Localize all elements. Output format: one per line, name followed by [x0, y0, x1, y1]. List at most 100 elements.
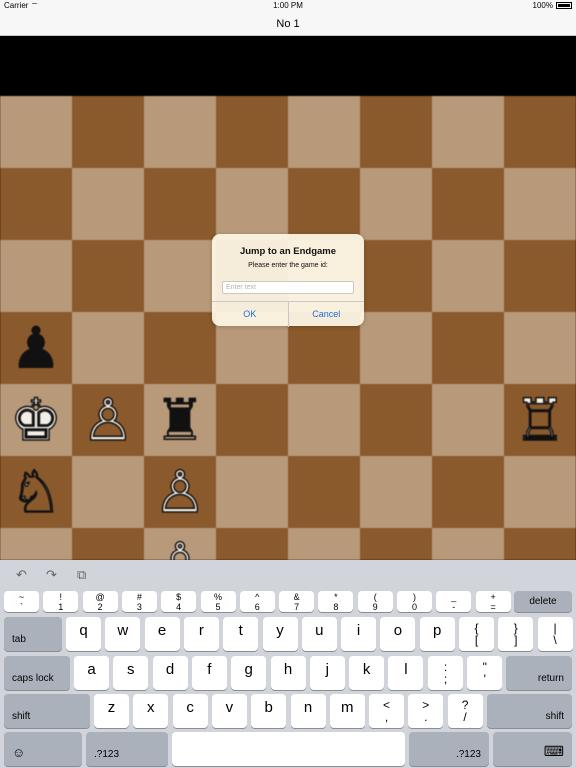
board-square[interactable]	[504, 312, 576, 384]
key-[[interactable]: {[	[459, 617, 494, 651]
key-s[interactable]: s	[113, 656, 149, 690]
key-x[interactable]: x	[133, 694, 169, 728]
key-3[interactable]: #3	[121, 591, 157, 612]
undo-icon[interactable]: ↶	[16, 568, 27, 583]
key-i[interactable]: i	[341, 617, 377, 651]
board-square[interactable]	[504, 528, 576, 560]
board-square[interactable]	[144, 312, 216, 384]
key-m[interactable]: m	[329, 694, 365, 728]
game-id-input[interactable]	[222, 281, 354, 294]
caps-lock-key[interactable]: caps lock	[4, 656, 70, 690]
key-y[interactable]: y	[262, 617, 298, 651]
board-square[interactable]	[72, 456, 144, 528]
key-a[interactable]: a	[74, 656, 109, 690]
key-1[interactable]: ! 1	[43, 591, 79, 612]
board-square[interactable]	[432, 96, 504, 168]
white-pawn[interactable]: ♙	[144, 528, 216, 560]
key-=[interactable]: + =	[475, 591, 511, 612]
hide-keyboard-key[interactable]: ⌨	[493, 732, 572, 766]
board-square[interactable]	[0, 168, 72, 240]
board-square[interactable]	[432, 312, 504, 384]
redo-icon[interactable]: ↷	[46, 568, 57, 583]
board-square[interactable]	[0, 96, 72, 168]
key-z[interactable]: z	[94, 694, 129, 728]
board-square[interactable]	[72, 168, 144, 240]
board-square[interactable]	[72, 312, 144, 384]
board-square[interactable]	[360, 240, 432, 312]
board-square[interactable]	[504, 168, 576, 240]
tab-key[interactable]: tab	[4, 617, 62, 651]
cancel-button[interactable]: Cancel	[287, 302, 365, 327]
delete-key[interactable]: delete	[514, 591, 572, 612]
board-square[interactable]	[288, 456, 360, 528]
key-f[interactable]: f	[191, 656, 227, 690]
space-bar[interactable]	[172, 732, 405, 766]
key-h[interactable]: h	[270, 656, 306, 690]
key-c[interactable]: c	[172, 694, 208, 728]
board-square[interactable]	[360, 384, 432, 456]
board-square[interactable]	[216, 96, 288, 168]
board-square[interactable]	[144, 168, 216, 240]
board-square[interactable]	[216, 456, 288, 528]
key-'[interactable]: " '	[467, 656, 503, 690]
board-square[interactable]	[360, 528, 432, 560]
board-square[interactable]	[216, 168, 288, 240]
board-square[interactable]	[144, 240, 216, 312]
white-pawn[interactable]: ♙	[72, 384, 144, 456]
key-d[interactable]: d	[152, 656, 188, 690]
numbers-key[interactable]: .?123	[409, 732, 489, 766]
key-l[interactable]: l	[388, 656, 424, 690]
white-rook[interactable]: ♖	[504, 384, 576, 456]
emoji-key[interactable]: ☺	[4, 732, 82, 766]
key-`[interactable]: ~ `	[4, 591, 39, 612]
board-square[interactable]	[288, 528, 360, 560]
left-shift-key[interactable]: shift	[4, 694, 90, 728]
board-square[interactable]	[360, 456, 432, 528]
board-square[interactable]	[144, 96, 216, 168]
board-square[interactable]	[72, 528, 144, 560]
board-square[interactable]	[504, 456, 576, 528]
key-t[interactable]: t	[223, 617, 259, 651]
key-n[interactable]: n	[290, 694, 326, 728]
key-0[interactable]: ) 0	[397, 591, 432, 612]
key-e[interactable]: e	[144, 617, 180, 651]
key-4[interactable]: $4	[161, 591, 197, 612]
key-o[interactable]: o	[380, 617, 416, 651]
key-,[interactable]: <,	[369, 694, 404, 728]
board-square[interactable]	[360, 96, 432, 168]
key-k[interactable]: k	[349, 656, 385, 690]
board-square[interactable]	[432, 456, 504, 528]
key-6[interactable]: ^ 6	[239, 591, 275, 612]
key-/[interactable]: ? /	[447, 694, 483, 728]
board-square[interactable]	[288, 384, 360, 456]
board-square[interactable]	[504, 96, 576, 168]
key-5[interactable]: % 5	[200, 591, 236, 612]
board-square[interactable]	[288, 168, 360, 240]
return-key[interactable]: return	[506, 656, 572, 690]
key--[interactable]: _ -	[436, 591, 472, 612]
white-king[interactable]: ♚	[0, 384, 72, 456]
board-square[interactable]	[360, 168, 432, 240]
paste-icon[interactable]: ⧉	[77, 568, 86, 583]
board-square[interactable]	[288, 96, 360, 168]
numbers-key[interactable]: .?123	[86, 732, 168, 766]
chess-board[interactable]: ♟♚♙♜♖♘♙♙	[0, 96, 576, 560]
ok-button[interactable]: OK	[212, 302, 288, 327]
board-square[interactable]	[504, 240, 576, 312]
key-\[interactable]: | \	[537, 617, 573, 651]
board-square[interactable]	[360, 312, 432, 384]
board-square[interactable]	[432, 240, 504, 312]
board-square[interactable]	[72, 240, 144, 312]
board-square[interactable]	[216, 384, 288, 456]
key-b[interactable]: b	[251, 694, 287, 728]
key-7[interactable]: & 7	[279, 591, 315, 612]
black-pawn[interactable]: ♟	[0, 312, 72, 384]
white-pawn[interactable]: ♙	[144, 456, 216, 528]
key-u[interactable]: u	[301, 617, 337, 651]
key-.[interactable]: >.	[408, 694, 444, 728]
key-2[interactable]: @2	[82, 591, 118, 612]
key-8[interactable]: * 8	[318, 591, 354, 612]
board-square[interactable]	[216, 528, 288, 560]
key-r[interactable]: r	[183, 617, 219, 651]
white-knight[interactable]: ♘	[0, 456, 72, 528]
